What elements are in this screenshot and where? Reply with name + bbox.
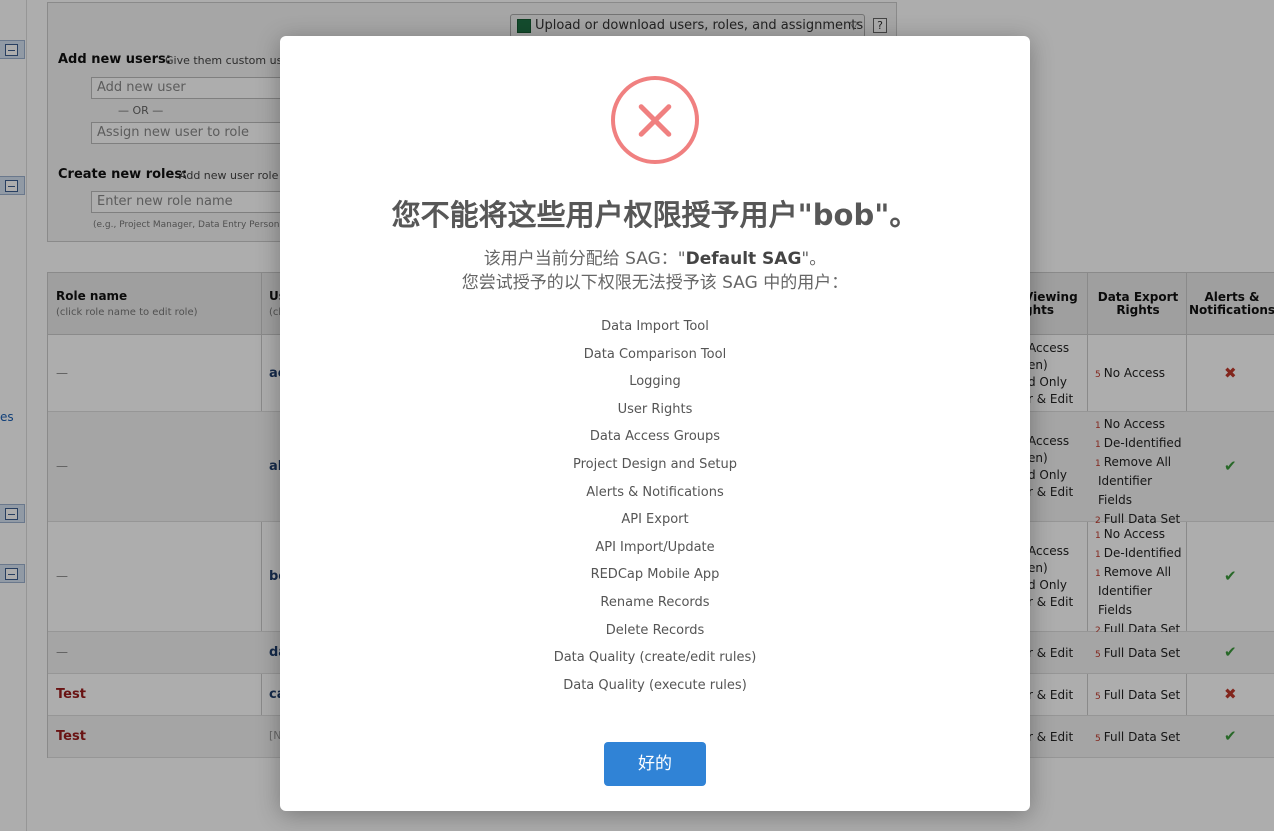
error-x-icon: [611, 76, 699, 164]
sag-line-prefix: 该用户当前分配给 SAG：": [483, 249, 686, 269]
permission-item: Logging: [629, 374, 681, 390]
permission-item: Data Quality (execute rules): [563, 677, 747, 693]
error-dialog: 您不能将这些用户权限授予用户"bob"。 该用户当前分配给 SAG："Defau…: [280, 36, 1030, 811]
permission-item: Data Quality (create/edit rules): [553, 650, 757, 666]
permission-item: REDCap Mobile App: [590, 567, 720, 583]
dialog-title: 您不能将这些用户权限授予用户"bob"。: [391, 198, 919, 232]
permission-item: Project Design and Setup: [572, 456, 738, 472]
permission-list: Data Import Tool Data Comparison Tool Logg…: [280, 318, 1030, 704]
permission-item: API Export: [621, 512, 689, 528]
permission-item: Rename Records: [600, 594, 710, 610]
sag-name: Default SAG: [685, 249, 802, 269]
permission-item: Delete Records: [605, 622, 705, 638]
permission-item: Alerts & Notifications: [586, 484, 724, 500]
permission-item: API Import/Update: [595, 539, 715, 555]
permission-item: Data Access Groups: [589, 429, 721, 445]
ok-button[interactable]: 好的: [604, 742, 706, 786]
dialog-permissions-intro: 您尝试授予的以下权限无法授予该 SAG 中的用户：: [461, 273, 849, 293]
permission-item: Data Import Tool: [601, 319, 709, 334]
dialog-sag-line: 该用户当前分配给 SAG："Default SAG"。: [280, 244, 1030, 269]
permission-item: Data Comparison Tool: [583, 346, 727, 362]
permission-item: User Rights: [617, 401, 693, 417]
sag-line-suffix: "。: [801, 249, 827, 269]
